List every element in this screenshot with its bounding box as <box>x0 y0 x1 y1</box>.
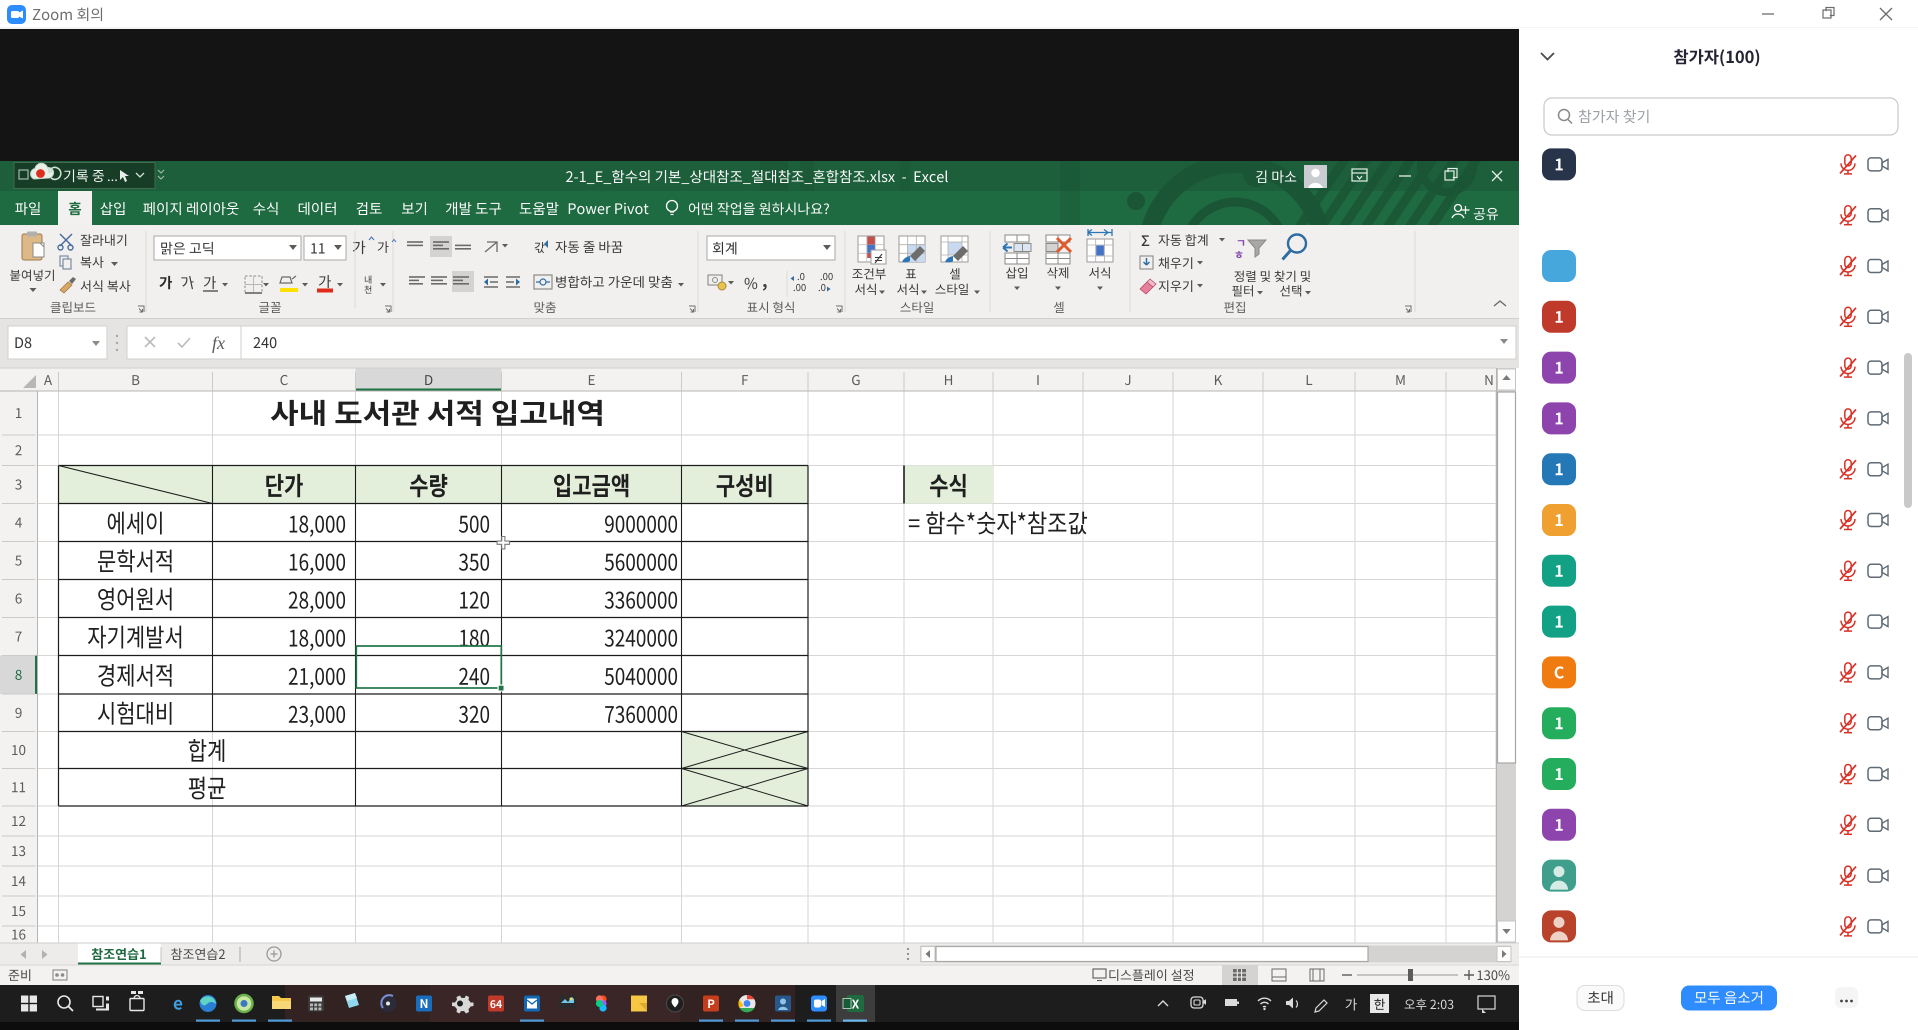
svg-text:fx: fx <box>212 333 225 353</box>
